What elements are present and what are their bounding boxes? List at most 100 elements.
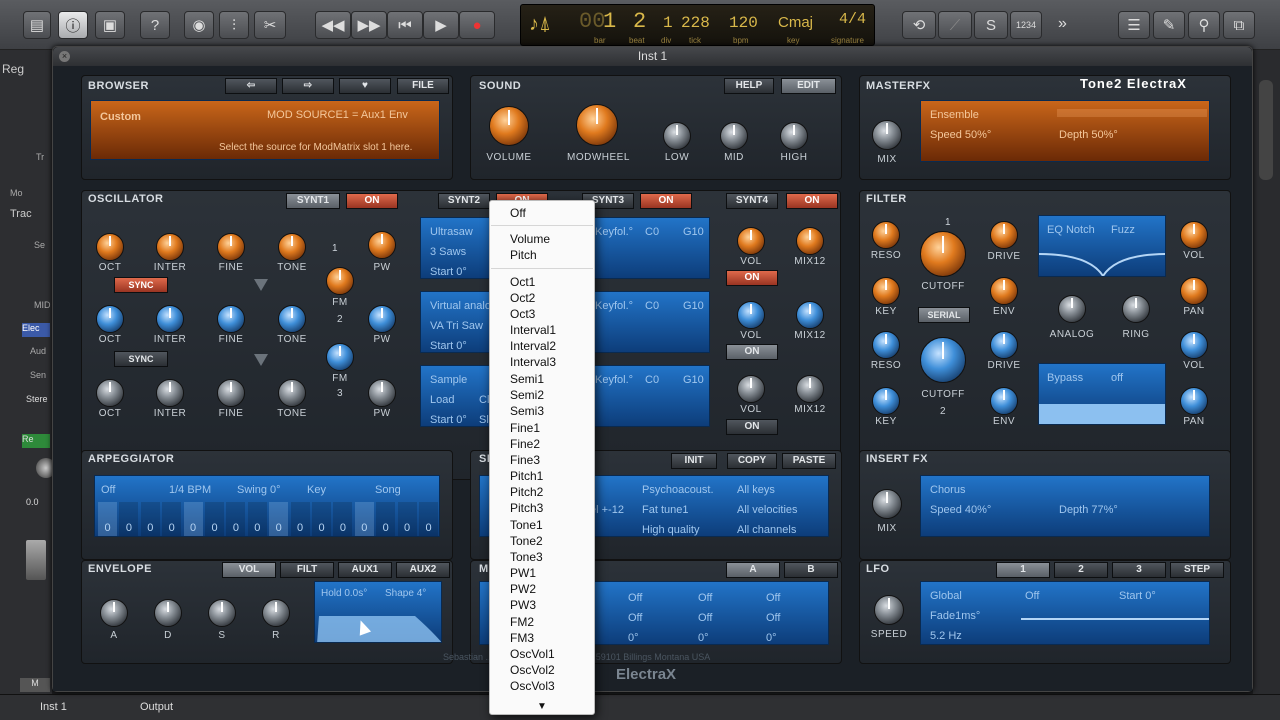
menu-item-semi1[interactable]: Semi1 — [510, 372, 544, 386]
menu-item-fm2[interactable]: FM2 — [510, 615, 534, 629]
env-tab-aux1[interactable]: AUX1 — [338, 562, 392, 578]
lfo-display[interactable]: Global Off Start 0° Fade1ms° 5.2 Hz — [920, 581, 1210, 645]
arp-step[interactable]: 0 — [162, 502, 182, 536]
ring-knob[interactable] — [1122, 295, 1150, 323]
menu-item-semi2[interactable]: Semi2 — [510, 388, 544, 402]
low-knob[interactable] — [663, 122, 691, 150]
menu-item-oscvol1[interactable]: OscVol1 — [510, 647, 555, 661]
sync2-button[interactable]: SYNC — [114, 351, 168, 367]
drive2-knob[interactable] — [990, 331, 1018, 359]
menu-item-tone3[interactable]: Tone3 — [510, 550, 543, 564]
menu-item-fm3[interactable]: FM3 — [510, 631, 534, 645]
menu-item-pw1[interactable]: PW1 — [510, 566, 536, 580]
library-icon[interactable]: ▤ — [23, 11, 51, 39]
synt1-button[interactable]: SYNT1 — [286, 193, 340, 209]
sends-slot[interactable]: Sen — [30, 370, 46, 384]
browser-display[interactable]: Custom MOD SOURCE1 = Aux1 Env Select the… — [90, 100, 440, 160]
smart-controls-icon[interactable]: ◉ — [184, 11, 214, 39]
mod-tab-a[interactable]: A — [726, 562, 780, 578]
menu-item-oct2[interactable]: Oct2 — [510, 291, 535, 305]
menu-item-pitch2[interactable]: Pitch2 — [510, 485, 543, 499]
instrument-slot[interactable]: Elec — [22, 323, 50, 337]
cycle-icon[interactable]: ⟲ — [902, 11, 936, 39]
notepad-icon[interactable]: ✎ — [1153, 11, 1185, 39]
reso1-knob[interactable] — [872, 221, 900, 249]
arp-step[interactable]: 0 — [119, 502, 139, 536]
modwheel-knob[interactable] — [576, 104, 618, 146]
paste-button[interactable]: PASTE — [782, 453, 836, 469]
tab-output[interactable]: Output — [140, 701, 173, 713]
file-button[interactable]: FILE — [397, 78, 449, 94]
menu-item-volume[interactable]: Volume — [510, 232, 550, 246]
arp-step[interactable]: 0 — [140, 502, 160, 536]
filter1-display[interactable]: EQ Notch Fuzz — [1038, 215, 1166, 277]
mix12-knob-3[interactable] — [796, 375, 824, 403]
lfo-tab-1[interactable]: 1 — [996, 562, 1050, 578]
masterfx-display[interactable]: Ensemble Speed 50%° Depth 50%° — [920, 100, 1210, 162]
volume-fader[interactable] — [26, 540, 46, 580]
osc3-pw-knob[interactable] — [368, 379, 396, 407]
osc-on-button-2[interactable]: ON — [726, 344, 778, 360]
arp-step[interactable]: 0 — [290, 502, 310, 536]
menu-item-pitch1[interactable]: Pitch1 — [510, 469, 543, 483]
menu-item-off[interactable]: Off — [510, 206, 526, 220]
favorite-icon[interactable]: ♥ — [339, 78, 391, 94]
track-header[interactable]: Trac — [10, 208, 32, 222]
menu-item-oscvol2[interactable]: OscVol2 — [510, 663, 555, 677]
arp-step[interactable]: 0 — [376, 502, 396, 536]
mid-knob[interactable] — [720, 122, 748, 150]
mix12-knob-1[interactable] — [796, 227, 824, 255]
menu-item-pitch3[interactable]: Pitch3 — [510, 501, 543, 515]
osc2-tone-knob[interactable] — [278, 305, 306, 333]
lfo-tab-3[interactable]: 3 — [1112, 562, 1166, 578]
arp-step[interactable]: 0 — [419, 502, 438, 536]
fm3-knob[interactable] — [326, 343, 354, 371]
close-icon[interactable]: × — [59, 51, 70, 62]
synt4-button[interactable]: SYNT4 — [726, 193, 778, 209]
list-editors-icon[interactable]: ☰ — [1118, 11, 1150, 39]
next-preset-button[interactable]: ⇨ — [282, 78, 334, 94]
tuner-icon[interactable]: ⟋ — [938, 11, 972, 39]
osc2-vol-knob[interactable] — [737, 301, 765, 329]
drive1-knob[interactable] — [990, 221, 1018, 249]
osc2-oct-knob[interactable] — [96, 305, 124, 333]
region-header[interactable]: Reg — [2, 62, 24, 76]
menu-item-interval1[interactable]: Interval1 — [510, 323, 556, 337]
toolbar-icon[interactable]: ▣ — [95, 11, 125, 39]
sync1-button[interactable]: SYNC — [114, 277, 168, 293]
more-row[interactable]: Mo — [10, 188, 23, 202]
midi-fx-slot[interactable]: MID — [34, 300, 51, 314]
arp-step[interactable]: 0 — [269, 502, 289, 536]
cutoff2-knob[interactable] — [920, 337, 966, 383]
mod-tab-b[interactable]: B — [784, 562, 838, 578]
arp-step[interactable]: 0 — [98, 502, 117, 536]
menu-item-semi3[interactable]: Semi3 — [510, 404, 544, 418]
osc3-oct-knob[interactable] — [96, 379, 124, 407]
high-knob[interactable] — [780, 122, 808, 150]
inspector-icon[interactable]: ⓘ — [58, 11, 88, 39]
edit-button[interactable]: EDIT — [781, 78, 836, 94]
play-icon[interactable]: ▶ — [423, 11, 459, 39]
rewind-icon[interactable]: ◀◀ — [315, 11, 351, 39]
synt2-button[interactable]: SYNT2 — [438, 193, 490, 209]
forward-icon[interactable]: ▶▶ — [351, 11, 387, 39]
menu-item-tone2[interactable]: Tone2 — [510, 534, 543, 548]
browser-icon[interactable]: ⧉ — [1223, 11, 1255, 39]
cutoff1-knob[interactable] — [920, 231, 966, 277]
arp-step[interactable]: 0 — [312, 502, 331, 536]
arp-display[interactable]: Off 1/4 BPM Swing 0° Key Song 0 0 0 0 0 0 0 0 0 0… — [94, 475, 440, 537]
key2-knob[interactable] — [872, 387, 900, 415]
go-to-start-icon[interactable]: ⏮ — [387, 11, 423, 39]
env-tab-vol[interactable]: VOL — [222, 562, 276, 578]
audio-fx-slot[interactable]: Aud — [30, 346, 46, 360]
sustain-knob[interactable] — [208, 599, 236, 627]
osc3-tone-knob[interactable] — [278, 379, 306, 407]
pan1-knob[interactable] — [1180, 277, 1208, 305]
osc1-vol-knob[interactable] — [737, 227, 765, 255]
key1-knob[interactable] — [872, 277, 900, 305]
more-icon[interactable]: » — [1058, 15, 1067, 33]
arp-step[interactable]: 0 — [333, 502, 353, 536]
env-tab-aux2[interactable]: AUX2 — [396, 562, 450, 578]
synt3-on-button[interactable]: ON — [640, 193, 692, 209]
reso2-knob[interactable] — [872, 331, 900, 359]
